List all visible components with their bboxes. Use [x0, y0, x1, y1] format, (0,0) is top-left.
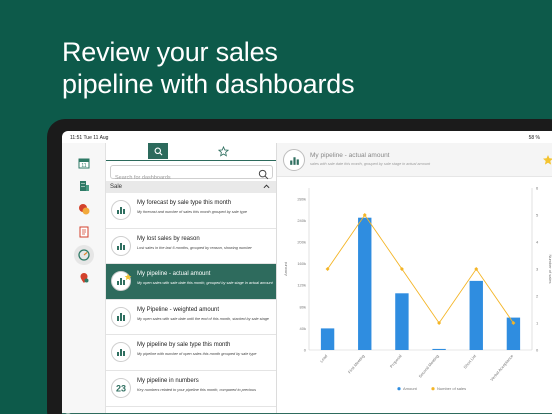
promo-headline: Review your sales pipeline with dashboar…	[62, 36, 355, 100]
svg-text:11: 11	[81, 163, 86, 169]
dashboard-title: My forecast by sale type this month	[137, 200, 232, 206]
list-tabs	[106, 143, 276, 161]
list-item[interactable]: My forecast by sale type this month My f…	[106, 193, 276, 229]
legend-amount-label: Amount	[403, 386, 418, 391]
tab-favorites[interactable]	[216, 144, 230, 158]
y2-tick-label: 2	[536, 294, 539, 299]
dashboard-title: My pipeline - actual amount	[137, 271, 211, 278]
headline-line-1: Review your sales	[62, 37, 278, 67]
bar-proposal	[395, 293, 409, 350]
bar-second-meeting	[432, 348, 446, 350]
dashboard-description: My open sales with sale date this month,…	[137, 281, 273, 286]
y-tick-label: 40k	[300, 326, 306, 331]
numbers-icon: 23	[111, 377, 131, 398]
coins-icon[interactable]	[74, 199, 94, 219]
detail-subtitle: sales with sale date this month, grouped…	[310, 162, 431, 166]
status-bar: 11:51 Tue 11 Aug 58 %	[62, 131, 552, 143]
dashboard-title: My pipeline in numbers	[137, 377, 199, 384]
bar-chart-icon	[111, 342, 131, 363]
section-label: Sale	[110, 184, 123, 190]
dashboard-description: Key numbers related to your pipeline thi…	[137, 387, 257, 392]
search-icon	[154, 147, 162, 155]
favorite-star-icon	[124, 268, 132, 286]
pipeline-chart: 0 40k 80k 120k 160k 200k 240k 280k 0 1 2 3 4 5 6 Amount…	[283, 186, 552, 392]
dashboard-description: My forecast and number of sales this mon…	[137, 210, 247, 214]
search-box	[110, 165, 273, 184]
bar-chart-icon	[283, 149, 305, 171]
y-axis-title: Amount	[283, 261, 288, 276]
dashboard-gauge-icon[interactable]	[74, 245, 94, 265]
y-tick-label: 240k	[297, 218, 306, 223]
y2-tick-label: 3	[536, 267, 539, 272]
tab-search[interactable]	[148, 143, 168, 159]
y-tick-label: 0	[304, 348, 307, 353]
bar-chart-icon	[111, 200, 131, 220]
y-tick-label: 80k	[300, 304, 306, 309]
chevron-up-icon[interactable]	[263, 183, 270, 192]
dashboard-description: Lost sales in the last 6 months, grouped…	[137, 245, 252, 250]
tab-divider	[106, 160, 276, 161]
app-screen: 11:51 Tue 11 Aug 58 % 11 Search for dash…	[62, 131, 552, 414]
y-tick-label: 160k	[297, 261, 306, 266]
bar-lead	[320, 328, 335, 350]
status-time: 11:51 Tue 11 Aug	[70, 135, 109, 141]
clipboard-icon[interactable]	[74, 222, 94, 242]
favorite-star-icon[interactable]	[542, 153, 552, 171]
bar-short-list	[469, 280, 483, 350]
y2-tick-label: 4	[536, 240, 539, 245]
legend-number-of-sales-swatch	[431, 387, 435, 391]
building-icon[interactable]	[74, 176, 94, 196]
dashboard-title: My Pipeline - weighted amount	[137, 306, 220, 313]
navigation-rail: 11	[62, 143, 106, 414]
x-tick-label: Second Meeting	[417, 353, 439, 378]
status-battery: 58 %	[528, 135, 540, 141]
star-outline-icon	[217, 145, 229, 157]
x-tick-label: Proposal	[389, 353, 403, 368]
dashboard-list-pane: Sale My forecast by sale type this month…	[106, 143, 277, 414]
legend-number-of-sales-label: Number of sales	[437, 386, 466, 391]
bar-chart-icon	[111, 306, 131, 327]
x-tick-label: Verbal Acceptance	[489, 353, 515, 382]
x-tick-label: Short List	[462, 353, 477, 370]
number-of-sales-line	[327, 214, 514, 324]
svg-text:23: 23	[116, 383, 126, 393]
legend-amount-swatch	[397, 387, 401, 391]
detail-title: My pipeline - actual amount	[310, 152, 390, 159]
y-tick-label: 280k	[297, 196, 306, 201]
calendar-icon[interactable]: 11	[74, 153, 94, 173]
y2-axis-title: Number of sales	[548, 254, 552, 283]
list-item[interactable]: My Pipeline - weighted amount My open sa…	[106, 299, 276, 336]
y-tick-label: 200k	[297, 240, 306, 245]
list-item[interactable]: My lost sales by reason Lost sales in th…	[106, 228, 276, 265]
y2-tick-label: 1	[536, 321, 539, 326]
dashboard-description: My open sales with sale date until the e…	[137, 316, 269, 321]
y2-tick-label: 5	[536, 213, 539, 218]
y2-tick-label: 0	[536, 348, 539, 353]
list-item[interactable]: 23 My pipeline in numbers Key numbers re…	[106, 370, 276, 407]
dashboard-detail-pane: My pipeline - actual amount sales with s…	[277, 143, 552, 414]
dashboard-description: My pipeline with number of open sales th…	[137, 352, 257, 357]
headline-line-2: pipeline with dashboards	[62, 69, 355, 99]
location-pin-icon[interactable]	[74, 268, 94, 288]
detail-header: My pipeline - actual amount sales with s…	[277, 143, 552, 177]
dashboard-title: My lost sales by reason	[137, 235, 200, 242]
bar-chart-icon	[111, 235, 131, 256]
list-item[interactable]: My pipeline by sale type this month My p…	[106, 335, 276, 371]
x-tick-label: First Meeting	[347, 353, 366, 374]
x-tick-label: Lead	[319, 353, 329, 363]
bar-first-meeting	[358, 217, 372, 350]
section-header-sale[interactable]: Sale	[106, 181, 276, 193]
list-item-selected[interactable]: My pipeline - actual amount My open sale…	[106, 264, 276, 300]
dashboard-list: My forecast by sale type this month My f…	[106, 193, 276, 407]
dashboard-title: My pipeline by sale type this month	[137, 342, 231, 349]
y2-tick-label: 6	[536, 186, 539, 191]
y-tick-label: 120k	[297, 283, 306, 288]
